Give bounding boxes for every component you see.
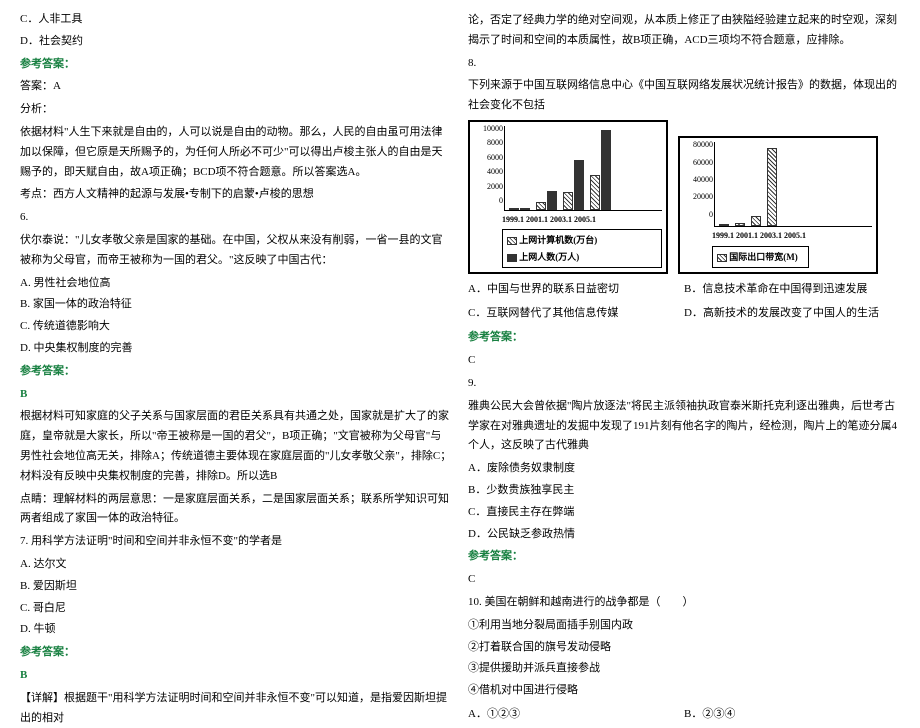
q8-b: B．信息技术革命在中国得到迅速发展: [684, 280, 867, 300]
q9-a: A．废除债务奴隶制度: [468, 459, 900, 479]
ref-answer-label-3: 参考答案：: [20, 643, 452, 663]
q10-text: 10. 美国在朝鲜和越南进行的战争都是（ ）: [468, 593, 900, 613]
q10-3: ③提供援助并派兵直接参战: [468, 659, 900, 679]
chart1-legend: 上网计算机数(万台) 上网人数(万人): [502, 229, 662, 267]
chart1-bars: [509, 126, 662, 210]
q10-4: ④借机对中国进行侵略: [468, 681, 900, 701]
q6-b: B. 家国一体的政治特征: [20, 295, 452, 315]
left-column: C．人非工具 D．社会契约 参考答案： 答案：A 分析： 依据材料"人生下来就是…: [12, 8, 460, 643]
chart2-xlabels: 1999.1 2001.1 2003.1 2005.1: [712, 229, 872, 243]
q8-a: A．中国与世界的联系日益密切: [468, 280, 684, 300]
answer-a: 答案：A: [20, 77, 452, 97]
q7-b: B. 爱因斯坦: [20, 577, 452, 597]
chart-1: 1000080006000400020000 1999.1 2001.1 200…: [468, 120, 668, 274]
q10-2: ②打着联合国的旗号发动侵略: [468, 638, 900, 658]
q6-d: D. 中央集权制度的完善: [20, 339, 452, 359]
analysis-label: 分析：: [20, 100, 452, 120]
q9-num: 9.: [468, 374, 900, 394]
q7-exp: 【详解】根据题干"用科学方法证明时间和空间并非永恒不变"可以知道，是指爱因斯坦提…: [20, 689, 452, 728]
chart-2: 800006000040000200000 1999.1 2001.1 2003…: [678, 136, 878, 274]
ref-answer-label: 参考答案：: [20, 55, 452, 75]
q5-option-c: C．人非工具: [20, 10, 452, 30]
q7-a: A. 达尔文: [20, 555, 452, 575]
q6-text: 伏尔泰说："儿女孝敬父亲是国家的基础。在中国，父权从来没有削弱，一省一县的文官被…: [20, 231, 452, 271]
q6-answer: B: [20, 385, 452, 405]
chart2-bars: [719, 142, 872, 226]
q6-a: A. 男性社会地位高: [20, 274, 452, 294]
cont-text: 论，否定了经典力学的绝对空间观，从本质上修正了由狭隘经验建立起来的时空观，深刻揭…: [468, 11, 900, 51]
chart1-xlabels: 1999.1 2001.1 2003.1 2005.1: [502, 213, 662, 227]
q5-option-d: D．社会契约: [20, 32, 452, 52]
q10-a: A．①②③: [468, 705, 684, 725]
q10-b: B．②③④: [684, 705, 735, 725]
q9-answer: C: [468, 570, 900, 590]
analysis-text: 依据材料"人生下来就是自由的，人可以说是自由的动物。那么，人民的自由虽可用法律加…: [20, 123, 452, 182]
q7-text: 7. 用科学方法证明"时间和空间并非永恒不变"的学者是: [20, 532, 452, 552]
q6-exp2: 点睛：理解材料的两层意思：一是家庭层面关系，二是国家层面关系；联系所学知识可知两…: [20, 490, 452, 530]
q7-d: D. 牛顿: [20, 620, 452, 640]
ref-answer-label-2: 参考答案：: [20, 362, 452, 382]
q8-answer: C: [468, 351, 900, 371]
q6-c: C. 传统道德影响大: [20, 317, 452, 337]
ref-answer-label-4: 参考答案：: [468, 328, 900, 348]
kaodian: 考点：西方人文精神的起源与发展•专制下的启蒙•卢梭的思想: [20, 185, 452, 205]
ref-answer-label-5: 参考答案：: [468, 547, 900, 567]
q8-c: C．互联网替代了其他信息传媒: [468, 304, 684, 324]
q7-answer: B: [20, 666, 452, 686]
chart2-ylabels: 800006000040000200000: [683, 138, 713, 222]
q6-num: 6.: [20, 208, 452, 228]
q6-exp1: 根据材料可知家庭的父子关系与国家层面的君臣关系具有共通之处，国家就是扩大了的家庭…: [20, 407, 452, 486]
q9-c: C．直接民主存在弊端: [468, 503, 900, 523]
q9-d: D．公民缺乏参政热情: [468, 525, 900, 545]
right-column: 论，否定了经典力学的绝对空间观，从本质上修正了由狭隘经验建立起来的时空观，深刻揭…: [460, 8, 908, 643]
q8-text: 下列来源于中国互联网络信息中心《中国互联网络发展状况统计报告》的数据，体现出的社…: [468, 76, 900, 116]
q8-d: D．高新技术的发展改变了中国人的生活: [684, 304, 879, 324]
q10-1: ①利用当地分裂局面插手别国内政: [468, 616, 900, 636]
chart2-legend: 国际出口带宽(M): [712, 246, 809, 268]
q8-num: 8.: [468, 54, 900, 74]
charts-row: 1000080006000400020000 1999.1 2001.1 200…: [468, 120, 900, 274]
q9-text: 雅典公民大会曾依据"陶片放逐法"将民主派领袖执政官泰米斯托克利逐出雅典，后世考古…: [468, 397, 900, 456]
q9-b: B．少数贵族独享民主: [468, 481, 900, 501]
chart1-ylabels: 1000080006000400020000: [473, 122, 503, 206]
q7-c: C. 哥白尼: [20, 599, 452, 619]
